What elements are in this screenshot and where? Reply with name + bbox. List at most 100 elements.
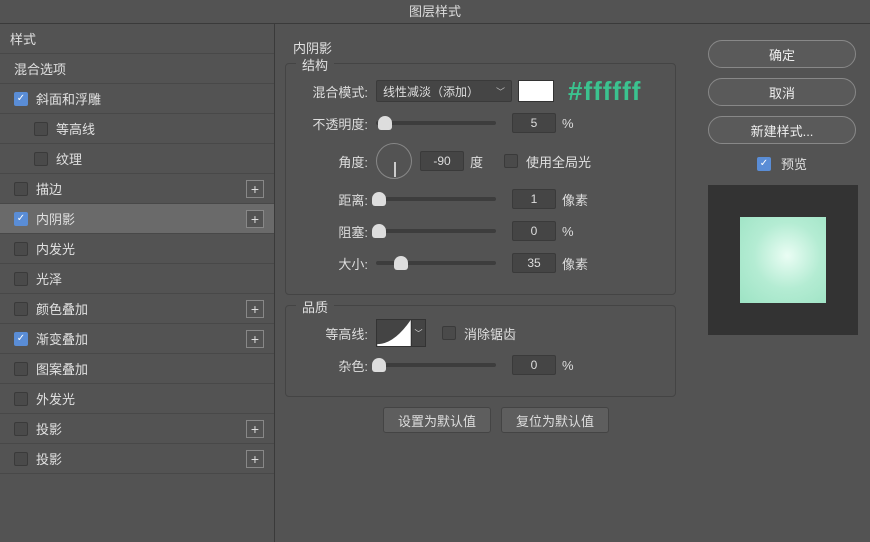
spread-slider[interactable] bbox=[376, 229, 496, 233]
sidebar-item-texture[interactable]: 纹理 bbox=[0, 144, 274, 174]
add-drop-shadow-icon[interactable]: + bbox=[246, 420, 264, 438]
distance-unit: 像素 bbox=[562, 190, 592, 209]
color-hex-annotation: #ffffff bbox=[568, 76, 641, 107]
distance-input[interactable]: 1 bbox=[512, 189, 556, 209]
sidebar-item-label: 内阴影 bbox=[36, 209, 75, 228]
panel-title: 内阴影 bbox=[293, 38, 682, 57]
checkbox-icon[interactable] bbox=[34, 152, 48, 166]
checkbox-icon[interactable] bbox=[14, 452, 28, 466]
sidebar-item-label: 渐变叠加 bbox=[36, 329, 88, 348]
noise-label: 杂色: bbox=[300, 356, 368, 375]
sidebar-item-drop-shadow-1[interactable]: 投影 + bbox=[0, 414, 274, 444]
sidebar-item-label: 内发光 bbox=[36, 239, 75, 258]
checkbox-icon[interactable] bbox=[14, 242, 28, 256]
global-light-checkbox[interactable] bbox=[504, 154, 518, 168]
cancel-button[interactable]: 取消 bbox=[708, 78, 856, 106]
add-drop-shadow-icon[interactable]: + bbox=[246, 450, 264, 468]
color-swatch[interactable] bbox=[518, 80, 554, 102]
sidebar-item-label: 投影 bbox=[36, 449, 62, 468]
slider-thumb-icon[interactable] bbox=[372, 224, 386, 238]
opacity-unit: % bbox=[562, 116, 592, 131]
size-slider[interactable] bbox=[376, 261, 496, 265]
distance-label: 距离: bbox=[300, 190, 368, 209]
checkbox-icon[interactable] bbox=[14, 392, 28, 406]
spread-input[interactable]: 0 bbox=[512, 221, 556, 241]
blend-mode-select[interactable]: 线性减淡（添加） ﹀ bbox=[376, 80, 512, 102]
opacity-label: 不透明度: bbox=[300, 114, 368, 133]
sidebar-item-label: 投影 bbox=[36, 419, 62, 438]
checkbox-icon[interactable] bbox=[14, 362, 28, 376]
noise-input[interactable]: 0 bbox=[512, 355, 556, 375]
checkbox-icon[interactable] bbox=[14, 182, 28, 196]
preview-box bbox=[708, 185, 858, 335]
sidebar-item-satin[interactable]: 光泽 bbox=[0, 264, 274, 294]
opacity-input[interactable]: 5 bbox=[512, 113, 556, 133]
add-stroke-icon[interactable]: + bbox=[246, 180, 264, 198]
reset-default-button[interactable]: 复位为默认值 bbox=[501, 407, 609, 433]
noise-unit: % bbox=[562, 358, 592, 373]
ok-button[interactable]: 确定 bbox=[708, 40, 856, 68]
right-panel: 确定 取消 新建样式... 预览 bbox=[694, 24, 870, 542]
slider-thumb-icon[interactable] bbox=[372, 358, 386, 372]
spread-unit: % bbox=[562, 224, 592, 239]
checkbox-icon[interactable] bbox=[14, 212, 28, 226]
sidebar-item-label: 外发光 bbox=[36, 389, 75, 408]
distance-slider[interactable] bbox=[376, 197, 496, 201]
sidebar-item-color-overlay[interactable]: 颜色叠加 + bbox=[0, 294, 274, 324]
sidebar-item-stroke[interactable]: 描边 + bbox=[0, 174, 274, 204]
sidebar-blending-options[interactable]: 混合选项 bbox=[0, 54, 274, 84]
chevron-down-icon[interactable]: ﹀ bbox=[412, 319, 426, 347]
window-title: 图层样式 bbox=[0, 0, 870, 24]
sidebar-item-label: 描边 bbox=[36, 179, 62, 198]
new-style-button[interactable]: 新建样式... bbox=[708, 116, 856, 144]
global-light-label: 使用全局光 bbox=[526, 152, 591, 171]
add-color-overlay-icon[interactable]: + bbox=[246, 300, 264, 318]
add-inner-shadow-icon[interactable]: + bbox=[246, 210, 264, 228]
sidebar-item-pattern-overlay[interactable]: 图案叠加 bbox=[0, 354, 274, 384]
opacity-slider[interactable] bbox=[376, 121, 496, 125]
slider-thumb-icon[interactable] bbox=[378, 116, 392, 130]
checkbox-icon[interactable] bbox=[34, 122, 48, 136]
antialias-checkbox[interactable] bbox=[442, 326, 456, 340]
main-area: 样式 混合选项 斜面和浮雕 等高线 纹理 描边 + 内阴影 + 内发光 bbox=[0, 24, 870, 542]
blend-mode-label: 混合模式: bbox=[300, 82, 368, 101]
angle-unit: 度 bbox=[470, 152, 500, 171]
sidebar-item-bevel[interactable]: 斜面和浮雕 bbox=[0, 84, 274, 114]
sidebar-item-contour[interactable]: 等高线 bbox=[0, 114, 274, 144]
chevron-down-icon: ﹀ bbox=[496, 85, 505, 98]
contour-picker[interactable] bbox=[376, 319, 412, 347]
angle-needle-icon bbox=[394, 162, 396, 177]
angle-label: 角度: bbox=[300, 152, 368, 171]
make-default-button[interactable]: 设置为默认值 bbox=[383, 407, 491, 433]
contour-label: 等高线: bbox=[300, 324, 368, 343]
sidebar-item-label: 图案叠加 bbox=[36, 359, 88, 378]
sidebar-item-gradient-overlay[interactable]: 渐变叠加 + bbox=[0, 324, 274, 354]
angle-dial[interactable] bbox=[376, 143, 412, 179]
sidebar-item-label: 光泽 bbox=[36, 269, 62, 288]
structure-fieldset: 结构 混合模式: 线性减淡（添加） ﹀ #ffffff 不透明度: 5 % bbox=[285, 63, 676, 295]
slider-thumb-icon[interactable] bbox=[394, 256, 408, 270]
sidebar-header-styles: 样式 bbox=[0, 24, 274, 54]
sidebar-item-inner-glow[interactable]: 内发光 bbox=[0, 234, 274, 264]
sidebar-item-label: 颜色叠加 bbox=[36, 299, 88, 318]
checkbox-icon[interactable] bbox=[14, 272, 28, 286]
slider-thumb-icon[interactable] bbox=[372, 192, 386, 206]
checkbox-icon[interactable] bbox=[14, 92, 28, 106]
preview-checkbox[interactable] bbox=[757, 157, 771, 171]
sidebar-item-drop-shadow-2[interactable]: 投影 + bbox=[0, 444, 274, 474]
angle-input[interactable]: -90 bbox=[420, 151, 464, 171]
antialias-label: 消除锯齿 bbox=[464, 324, 516, 343]
noise-slider[interactable] bbox=[376, 363, 496, 367]
sidebar-item-outer-glow[interactable]: 外发光 bbox=[0, 384, 274, 414]
preview-thumbnail bbox=[740, 217, 826, 303]
checkbox-icon[interactable] bbox=[14, 422, 28, 436]
sidebar-item-inner-shadow[interactable]: 内阴影 + bbox=[0, 204, 274, 234]
spread-label: 阻塞: bbox=[300, 222, 368, 241]
checkbox-icon[interactable] bbox=[14, 332, 28, 346]
add-gradient-overlay-icon[interactable]: + bbox=[246, 330, 264, 348]
checkbox-icon[interactable] bbox=[14, 302, 28, 316]
quality-fieldset: 品质 等高线: ﹀ 消除锯齿 杂色: 0 % bbox=[285, 305, 676, 397]
sidebar-item-label: 纹理 bbox=[56, 149, 82, 168]
styles-sidebar: 样式 混合选项 斜面和浮雕 等高线 纹理 描边 + 内阴影 + 内发光 bbox=[0, 24, 275, 542]
size-input[interactable]: 35 bbox=[512, 253, 556, 273]
